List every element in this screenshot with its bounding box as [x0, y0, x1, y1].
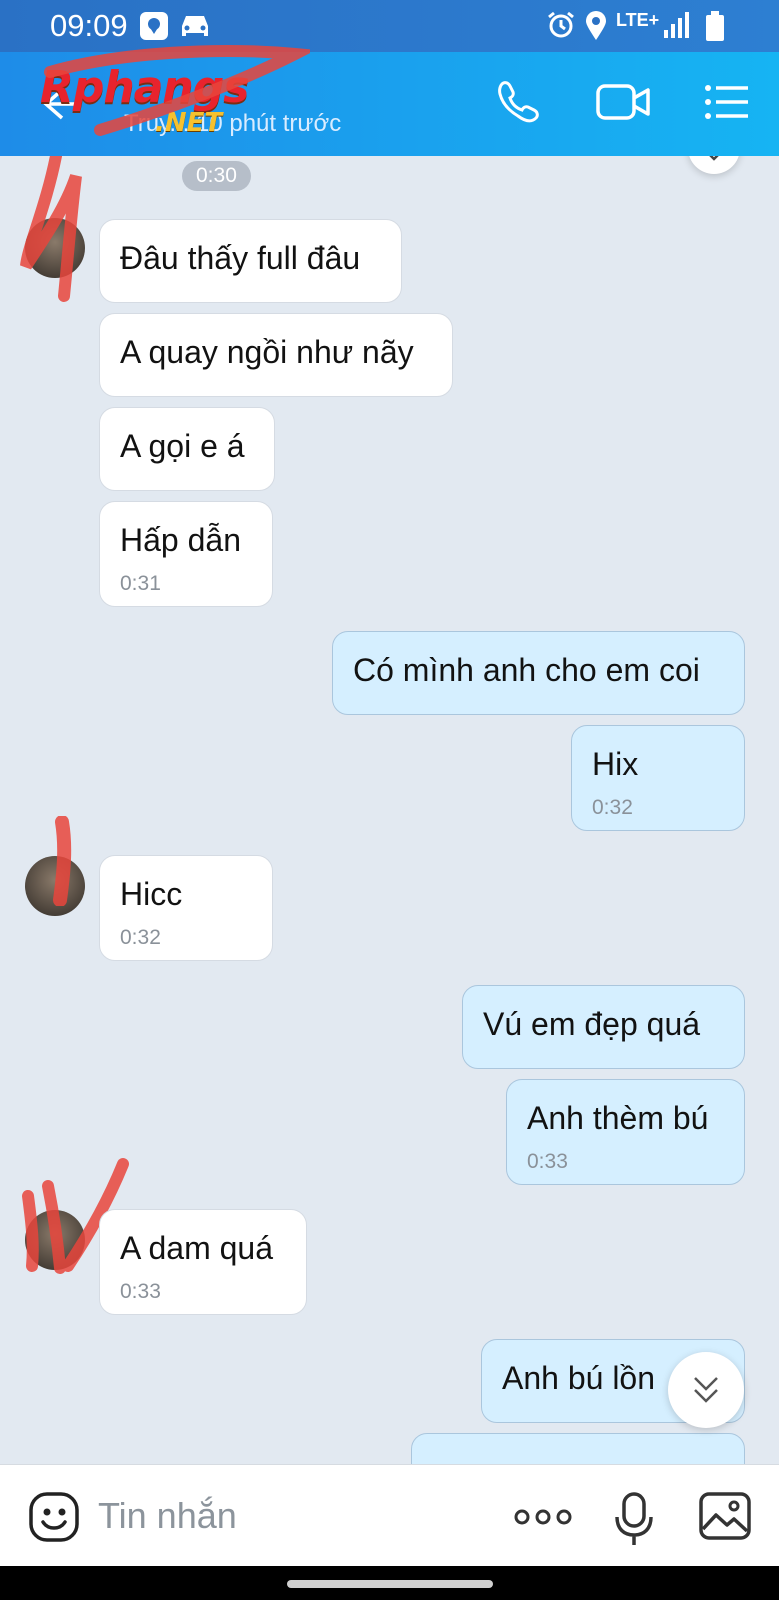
react-heart-button[interactable] [688, 156, 740, 174]
message-text: A quay ngồi như nãy [120, 334, 414, 370]
message-text: Hấp dẫn [120, 522, 241, 558]
message-input[interactable]: Tin nhắn [98, 1495, 237, 1537]
message-text: Hicc [120, 876, 183, 912]
message-list[interactable]: 0:30 Đâu thấy full đâu A quay ngồi như n… [0, 156, 779, 1464]
message-time: 0:32 [592, 796, 633, 819]
network-type: LTE+ [616, 10, 660, 30]
signal-icon [664, 12, 689, 38]
message-text: Hix [592, 746, 639, 782]
message-time: 0:31 [120, 572, 161, 595]
message-text: A gọi e á [120, 428, 245, 464]
incoming-message[interactable]: Hấp dẫn 0:31 [99, 501, 273, 607]
sticker-emoji-icon[interactable] [28, 1491, 80, 1543]
message-time: 0:33 [120, 1280, 161, 1303]
outgoing-message[interactable]: Có mình anh cho em coi [332, 631, 745, 715]
message-text: A dam quá [120, 1230, 273, 1266]
battery-icon [706, 11, 724, 41]
incoming-message[interactable]: A dam quá 0:33 [99, 1209, 307, 1315]
heart-outline-icon [709, 156, 719, 161]
chat-header: Truy... 10 phút trước Rphangs .NET [0, 45, 779, 156]
more-options-icon[interactable] [514, 1509, 572, 1525]
outgoing-message[interactable]: Hix 0:32 [571, 725, 745, 831]
contact-avatar[interactable] [25, 1210, 85, 1270]
message-text: Vú em đẹp quá [483, 1006, 701, 1042]
scroll-to-bottom-button[interactable] [668, 1352, 744, 1428]
contact-avatar[interactable] [25, 856, 85, 916]
maps-notification-icon [140, 12, 168, 40]
car-icon [182, 16, 208, 36]
menu-list-icon[interactable] [704, 84, 750, 120]
time-separator: 0:30 [182, 161, 251, 191]
image-gallery-icon[interactable] [698, 1491, 752, 1541]
message-text: Anh bú lồn [502, 1360, 656, 1396]
message-text: Đâu thấy full đâu [120, 240, 361, 276]
voice-call-icon[interactable] [494, 78, 540, 124]
watermark-logo-net: .NET [155, 108, 223, 138]
alarm-icon [548, 11, 574, 38]
incoming-message[interactable]: Hicc 0:32 [99, 855, 273, 961]
microphone-icon[interactable] [612, 1491, 656, 1547]
contact-avatar[interactable] [25, 218, 85, 278]
incoming-message[interactable]: A gọi e á [99, 407, 275, 491]
incoming-message[interactable]: A quay ngồi như nãy [99, 313, 453, 397]
home-gesture-pill[interactable] [287, 1580, 493, 1588]
message-composer: Tin nhắn [0, 1464, 779, 1567]
outgoing-message-partial[interactable] [411, 1433, 745, 1464]
watermark-logo: Rphangs [40, 62, 249, 113]
message-time: 0:32 [120, 926, 161, 949]
double-chevron-down-icon [694, 1377, 718, 1403]
incoming-message[interactable]: Đâu thấy full đâu [99, 219, 402, 303]
system-navigation-bar [0, 1566, 779, 1600]
outgoing-message[interactable]: Anh thèm bú 0:33 [506, 1079, 745, 1185]
location-icon [586, 11, 606, 40]
message-text: Anh thèm bú [527, 1100, 709, 1136]
message-time: 0:33 [527, 1150, 568, 1173]
status-time: 09:09 [50, 8, 128, 43]
outgoing-message[interactable]: Vú em đẹp quá [462, 985, 745, 1069]
video-call-icon[interactable] [596, 82, 652, 122]
status-bar: 09:09 LTE+ [0, 0, 779, 52]
message-text: Có mình anh cho em coi [353, 652, 700, 688]
